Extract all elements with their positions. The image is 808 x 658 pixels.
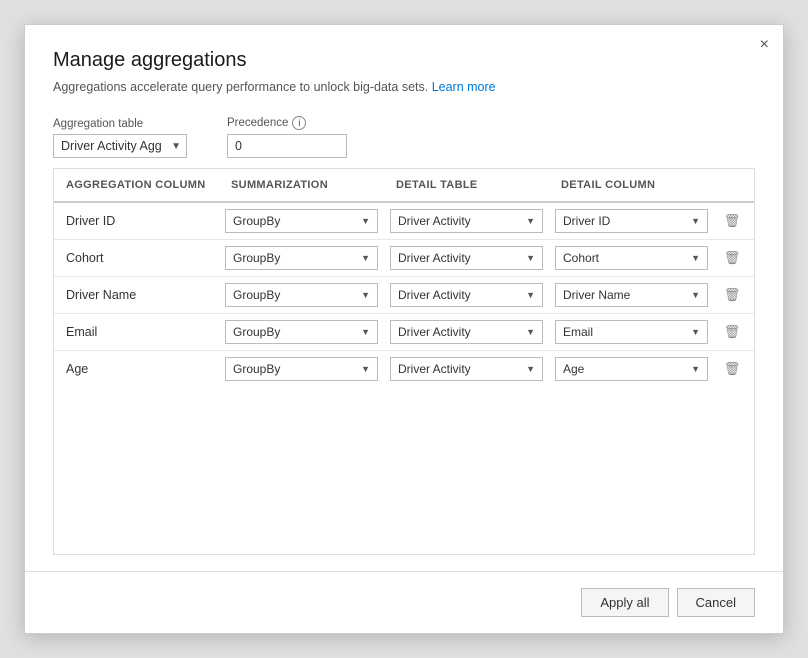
detail-column-cell: Driver IDCohortDriver NameEmailAge▼ [549, 240, 714, 276]
detail-column-select[interactable]: Driver IDCohortDriver NameEmailAge [555, 283, 708, 307]
precedence-input[interactable] [227, 134, 347, 158]
table-body: Driver IDGroupBySumCountMinMaxAverage▼Dr… [54, 203, 754, 554]
delete-row-button[interactable]: 🗑 [722, 359, 743, 379]
detail-table-select[interactable]: Driver Activity [390, 246, 543, 270]
detail-table-cell: Driver Activity▼ [384, 203, 549, 239]
detail-column-cell: Driver IDCohortDriver NameEmailAge▼ [549, 314, 714, 350]
table-row: CohortGroupBySumCountMinMaxAverage▼Drive… [54, 240, 754, 277]
dialog-subtitle: Aggregations accelerate query performanc… [53, 80, 755, 94]
delete-row-button[interactable]: 🗑 [722, 322, 743, 342]
delete-cell: 🗑 [714, 316, 750, 348]
detail-table-cell: Driver Activity▼ [384, 277, 549, 313]
detail-table-select[interactable]: Driver Activity [390, 283, 543, 307]
col-header-summarization: SUMMARIZATION [219, 169, 384, 201]
table-row: Driver NameGroupBySumCountMinMaxAverage▼… [54, 277, 754, 314]
detail-table-cell: Driver Activity▼ [384, 351, 549, 387]
agg-col-cell: Email [54, 315, 219, 349]
agg-col-cell: Age [54, 352, 219, 386]
detail-column-cell: Driver IDCohortDriver NameEmailAge▼ [549, 277, 714, 313]
agg-table-group: Aggregation table Driver Activity Agg ▼ [53, 118, 187, 158]
agg-col-cell: Cohort [54, 241, 219, 275]
cancel-button[interactable]: Cancel [677, 588, 755, 617]
detail-column-select[interactable]: Driver IDCohortDriver NameEmailAge [555, 246, 708, 270]
precedence-group: Precedence i [227, 116, 347, 158]
summarization-select[interactable]: GroupBySumCountMinMaxAverage [225, 357, 378, 381]
manage-aggregations-dialog: × Manage aggregations Aggregations accel… [24, 24, 784, 634]
agg-table-select[interactable]: Driver Activity Agg [53, 134, 187, 158]
detail-column-select[interactable]: Driver IDCohortDriver NameEmailAge [555, 320, 708, 344]
learn-more-link[interactable]: Learn more [432, 80, 496, 94]
summarization-cell: GroupBySumCountMinMaxAverage▼ [219, 277, 384, 313]
detail-table-select[interactable]: Driver Activity [390, 357, 543, 381]
dialog-footer: Apply all Cancel [25, 571, 783, 633]
detail-table-select[interactable]: Driver Activity [390, 209, 543, 233]
summarization-cell: GroupBySumCountMinMaxAverage▼ [219, 240, 384, 276]
table-row: AgeGroupBySumCountMinMaxAverage▼Driver A… [54, 351, 754, 387]
summarization-select[interactable]: GroupBySumCountMinMaxAverage [225, 283, 378, 307]
table-row: Driver IDGroupBySumCountMinMaxAverage▼Dr… [54, 203, 754, 240]
aggregations-table: AGGREGATION COLUMN SUMMARIZATION DETAIL … [53, 168, 755, 555]
dialog-header: Manage aggregations Aggregations acceler… [25, 25, 783, 104]
detail-table-select[interactable]: Driver Activity [390, 320, 543, 344]
col-header-action [714, 169, 750, 201]
delete-cell: 🗑 [714, 353, 750, 385]
delete-cell: 🗑 [714, 205, 750, 237]
detail-column-cell: Driver IDCohortDriver NameEmailAge▼ [549, 351, 714, 387]
delete-row-button[interactable]: 🗑 [722, 211, 743, 231]
summarization-select[interactable]: GroupBySumCountMinMaxAverage [225, 246, 378, 270]
table-header: AGGREGATION COLUMN SUMMARIZATION DETAIL … [54, 169, 754, 203]
col-header-detail-table: DETAIL TABLE [384, 169, 549, 201]
detail-table-cell: Driver Activity▼ [384, 240, 549, 276]
precedence-label: Precedence i [227, 116, 347, 130]
detail-table-cell: Driver Activity▼ [384, 314, 549, 350]
agg-table-label: Aggregation table [53, 118, 187, 130]
table-row: EmailGroupBySumCountMinMaxAverage▼Driver… [54, 314, 754, 351]
summarization-cell: GroupBySumCountMinMaxAverage▼ [219, 314, 384, 350]
agg-col-cell: Driver Name [54, 278, 219, 312]
delete-cell: 🗑 [714, 242, 750, 274]
apply-all-button[interactable]: Apply all [581, 588, 668, 617]
col-header-agg-column: AGGREGATION COLUMN [54, 169, 219, 201]
col-header-detail-column: DETAIL COLUMN [549, 169, 714, 201]
dialog-title: Manage aggregations [53, 49, 755, 72]
summarization-select[interactable]: GroupBySumCountMinMaxAverage [225, 320, 378, 344]
summarization-select[interactable]: GroupBySumCountMinMaxAverage [225, 209, 378, 233]
detail-column-select[interactable]: Driver IDCohortDriver NameEmailAge [555, 209, 708, 233]
agg-col-cell: Driver ID [54, 204, 219, 238]
delete-cell: 🗑 [714, 279, 750, 311]
summarization-cell: GroupBySumCountMinMaxAverage▼ [219, 351, 384, 387]
summarization-cell: GroupBySumCountMinMaxAverage▼ [219, 203, 384, 239]
controls-row: Aggregation table Driver Activity Agg ▼ … [25, 104, 783, 168]
delete-row-button[interactable]: 🗑 [722, 248, 743, 268]
agg-table-select-wrapper: Driver Activity Agg ▼ [53, 134, 187, 158]
delete-row-button[interactable]: 🗑 [722, 285, 743, 305]
info-icon: i [292, 116, 306, 130]
detail-column-cell: Driver IDCohortDriver NameEmailAge▼ [549, 203, 714, 239]
detail-column-select[interactable]: Driver IDCohortDriver NameEmailAge [555, 357, 708, 381]
close-button[interactable]: × [760, 37, 769, 53]
